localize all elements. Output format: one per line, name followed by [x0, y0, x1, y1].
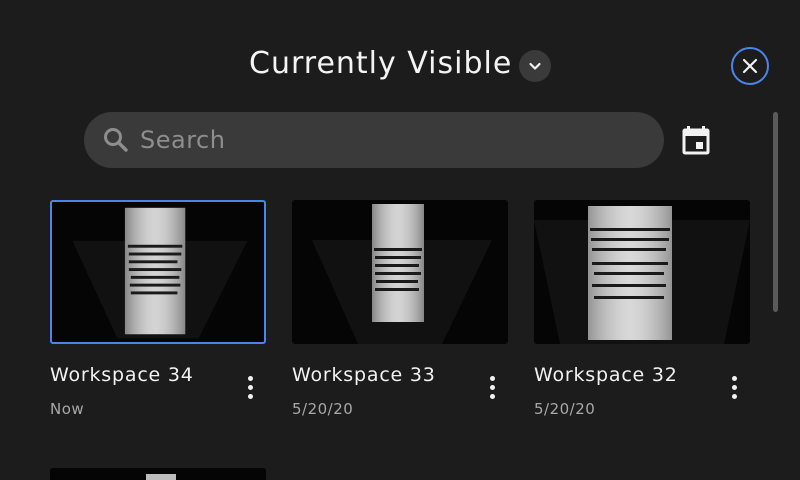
calendar-icon — [682, 126, 710, 155]
more-options-button[interactable] — [238, 372, 262, 402]
workspace-thumbnail[interactable] — [292, 200, 508, 344]
more-vertical-icon — [489, 375, 495, 381]
search-icon — [104, 128, 128, 152]
workspace-picker-screen: Currently Visible Search Workspace 34 No… — [0, 0, 800, 480]
workspace-date: 5/20/20 — [534, 400, 596, 418]
more-vertical-icon — [731, 375, 737, 381]
workspace-name: Workspace 34 — [50, 364, 194, 386]
workspace-thumbnail[interactable] — [534, 200, 750, 344]
workspace-card-partial[interactable] — [50, 468, 266, 480]
workspace-card[interactable]: Workspace 34 Now — [50, 200, 266, 430]
close-button[interactable] — [731, 47, 769, 85]
workspace-thumbnail[interactable] — [50, 200, 266, 344]
calendar-button[interactable] — [680, 124, 712, 156]
scrollbar[interactable] — [773, 112, 778, 312]
search-input[interactable] — [140, 122, 640, 158]
header: Currently Visible — [0, 40, 800, 92]
workspace-thumbnail[interactable] — [50, 468, 266, 480]
workspace-date: Now — [50, 400, 85, 418]
more-options-button[interactable] — [480, 372, 504, 402]
more-vertical-icon — [247, 375, 253, 381]
document-preview-image — [50, 468, 266, 480]
workspace-name: Workspace 32 — [534, 364, 678, 386]
page-title: Currently Visible — [249, 46, 513, 81]
more-options-button[interactable] — [722, 372, 746, 402]
workspace-card[interactable]: Workspace 32 5/20/20 — [534, 200, 750, 430]
document-preview-image — [72, 207, 248, 339]
search-bar[interactable] — [84, 112, 664, 168]
document-preview-image — [312, 204, 492, 344]
workspace-card[interactable]: Workspace 33 5/20/20 — [292, 200, 508, 430]
chevron-down-icon — [529, 62, 541, 70]
workspace-date: 5/20/20 — [292, 400, 354, 418]
title-dropdown-button[interactable] — [519, 50, 551, 82]
workspace-name: Workspace 33 — [292, 364, 436, 386]
close-icon — [742, 58, 758, 74]
document-preview-image — [534, 206, 750, 344]
